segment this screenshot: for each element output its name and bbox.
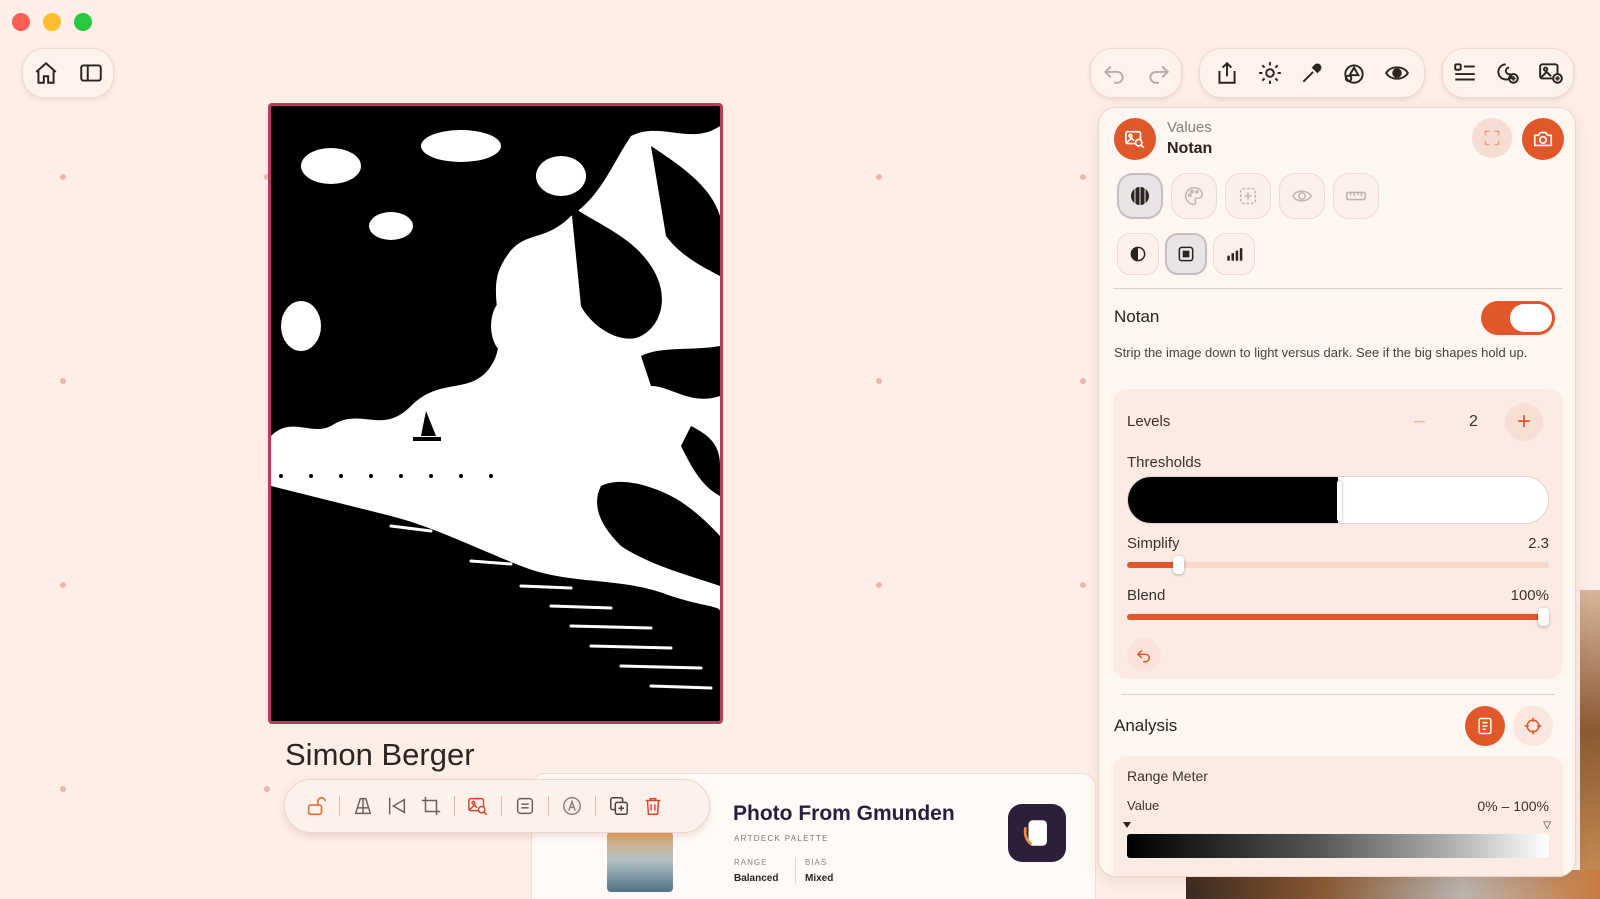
unlock-icon[interactable] <box>299 789 333 823</box>
close-window-button[interactable] <box>12 13 30 31</box>
range-value: 0% – 100% <box>1477 798 1549 814</box>
blend-label: Blend <box>1127 587 1166 604</box>
undo-icon[interactable] <box>1100 59 1128 87</box>
settings-icon[interactable] <box>1256 59 1284 87</box>
thresholds-label: Thresholds <box>1127 454 1202 471</box>
tab-palette[interactable] <box>1171 173 1217 219</box>
blend-value: 100% <box>1510 587 1549 604</box>
toolbar-separator <box>595 796 596 816</box>
palette-thumbnail <box>607 832 673 892</box>
home-icon[interactable] <box>32 59 60 87</box>
palette-title: Photo From Gmunden <box>733 802 955 825</box>
bias-value: Mixed <box>805 873 834 884</box>
background-photo-edge <box>1580 590 1600 870</box>
minimize-window-button[interactable] <box>43 13 61 31</box>
notan-image <box>271 106 720 721</box>
panel-title: Notan <box>1167 140 1213 157</box>
toolbar-separator <box>548 796 549 816</box>
levels-increment[interactable]: + <box>1505 403 1543 441</box>
shapes-icon[interactable] <box>1340 59 1368 87</box>
artdeck-logo-icon <box>1008 804 1066 862</box>
levels-value: 2 <box>1469 413 1478 430</box>
analysis-report-button[interactable] <box>1465 706 1505 746</box>
notan-controls: Levels − 2 + Thresholds Simplify 2.3 Ble… <box>1113 389 1563 679</box>
eye-icon[interactable] <box>1383 59 1411 87</box>
threshold-dark-region <box>1128 477 1338 523</box>
image-add-icon[interactable] <box>1537 59 1565 87</box>
blend-slider[interactable] <box>1127 608 1549 626</box>
actions-toolbar <box>1199 48 1425 98</box>
tab-values[interactable] <box>1117 173 1163 219</box>
notan-title: Notan <box>1114 307 1160 326</box>
range-meter-section: Range Meter Value 0% – 100% ▽ <box>1113 756 1563 876</box>
selection-toolbar <box>284 779 710 833</box>
left-toolbar <box>22 48 114 98</box>
blend-knob[interactable] <box>1538 608 1549 626</box>
palette-divider <box>795 858 796 884</box>
auto-icon[interactable] <box>555 789 589 823</box>
subtab-contrast[interactable] <box>1117 233 1159 275</box>
redo-icon[interactable] <box>1145 59 1173 87</box>
panel-divider <box>1113 288 1563 289</box>
image-search-icon[interactable] <box>461 789 495 823</box>
analysis-target-button[interactable] <box>1513 706 1553 746</box>
camera-button[interactable] <box>1522 118 1564 160</box>
adjust-icon[interactable] <box>508 789 542 823</box>
range-min-marker-icon <box>1123 822 1131 828</box>
range-value-label: Value <box>1127 798 1160 813</box>
toolbar-separator <box>454 796 455 816</box>
tab-grid[interactable] <box>1225 173 1271 219</box>
notan-toggle[interactable] <box>1481 301 1555 335</box>
toolbar-separator <box>339 796 340 816</box>
tab-ruler[interactable] <box>1333 173 1379 219</box>
duplicate-icon[interactable] <box>602 789 636 823</box>
zoom-window-button[interactable] <box>74 13 92 31</box>
values-icon <box>1114 118 1156 160</box>
bias-key: BIAS <box>805 858 828 867</box>
simplify-slider[interactable] <box>1127 556 1549 574</box>
simplify-label: Simplify <box>1127 535 1180 552</box>
toolbar-separator <box>501 796 502 816</box>
range-meter-title: Range Meter <box>1127 768 1208 784</box>
canvas-artwork[interactable] <box>268 103 723 724</box>
panel-divider <box>1121 694 1555 695</box>
sidebar-icon[interactable] <box>77 59 105 87</box>
share-icon[interactable] <box>1213 59 1241 87</box>
simplify-fill <box>1127 562 1178 568</box>
eyedropper-icon[interactable] <box>1298 59 1326 87</box>
notan-description: Strip the image down to light versus dar… <box>1114 345 1528 360</box>
simplify-knob[interactable] <box>1172 556 1184 574</box>
tab-eye[interactable] <box>1279 173 1325 219</box>
analysis-title: Analysis <box>1114 716 1178 735</box>
panel-category: Values <box>1167 119 1212 136</box>
value-gradient-bar <box>1127 834 1549 858</box>
trash-icon[interactable] <box>636 789 670 823</box>
palette-add-icon[interactable] <box>1494 59 1522 87</box>
history-toolbar <box>1090 48 1182 98</box>
levels-decrement[interactable]: − <box>1413 409 1426 435</box>
flip-icon[interactable] <box>380 789 414 823</box>
threshold-handle[interactable] <box>1337 481 1342 521</box>
levels-label: Levels <box>1127 413 1171 430</box>
range-key: RANGE <box>734 858 768 867</box>
range-max-marker-icon: ▽ <box>1543 820 1551 831</box>
range-value: Balanced <box>734 873 779 884</box>
simplify-value: 2.3 <box>1528 535 1549 552</box>
reset-button[interactable] <box>1127 638 1161 672</box>
palette-subtitle: ARTDECK PALETTE <box>734 834 829 843</box>
list-icon[interactable] <box>1451 59 1479 87</box>
subtab-square[interactable] <box>1165 233 1207 275</box>
fullscreen-button[interactable] <box>1472 118 1512 158</box>
crop-icon[interactable] <box>414 789 448 823</box>
thresholds-bar[interactable] <box>1127 476 1549 524</box>
plus-icon: + <box>1516 408 1531 435</box>
blend-fill <box>1127 614 1549 620</box>
subtab-bars[interactable] <box>1213 233 1255 275</box>
values-panel: Values Notan Notan Strip the image down … <box>1098 107 1576 877</box>
artist-name: Simon Berger <box>285 737 475 772</box>
perspective-icon[interactable] <box>346 789 380 823</box>
panel-toolbar <box>1442 48 1574 98</box>
